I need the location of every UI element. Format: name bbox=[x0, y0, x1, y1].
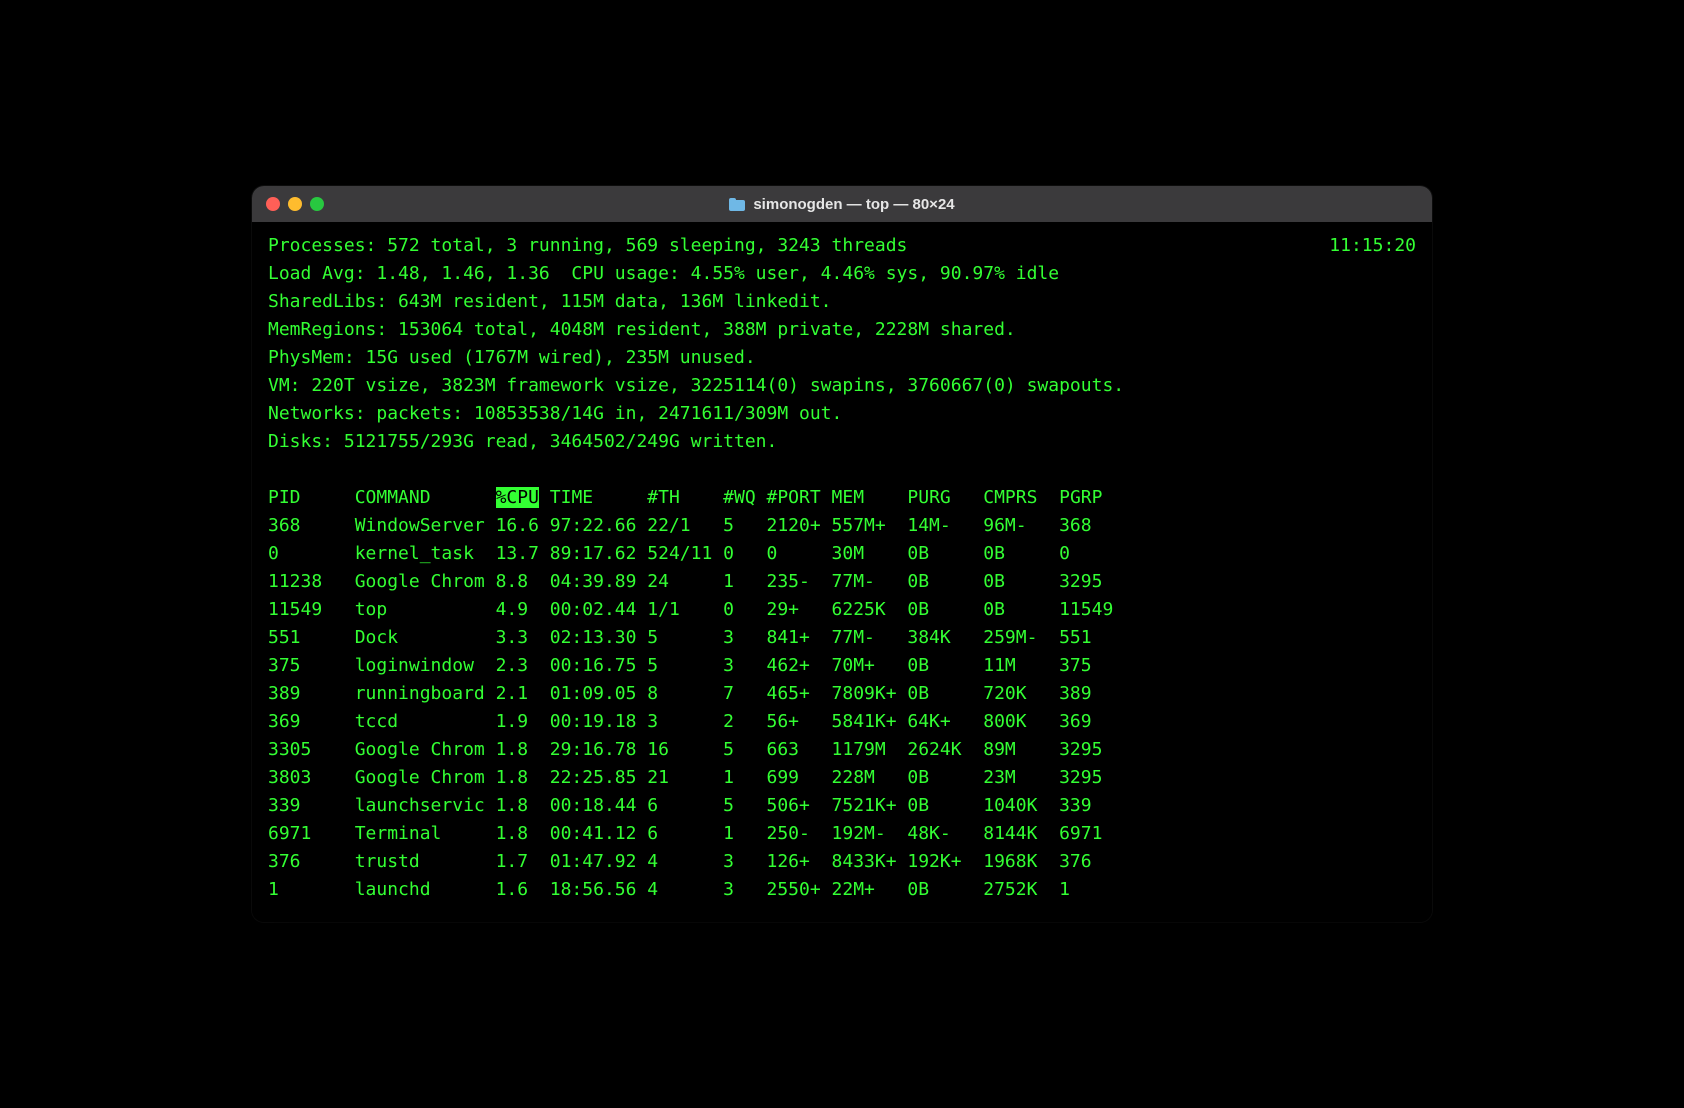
table-row: 339 launchservic 1.8 00:18.44 6 5 506+ 7… bbox=[268, 792, 1416, 820]
sort-column-cpu: %CPU bbox=[496, 487, 539, 508]
window-title: simonogden — top — 80×24 bbox=[252, 196, 1432, 213]
summary-load-cpu: Load Avg: 1.48, 1.46, 1.36 CPU usage: 4.… bbox=[268, 260, 1416, 288]
summary-vm: VM: 220T vsize, 3823M framework vsize, 3… bbox=[268, 372, 1416, 400]
minimize-icon[interactable] bbox=[288, 197, 302, 211]
folder-icon bbox=[729, 198, 745, 211]
table-row: 6971 Terminal 1.8 00:41.12 6 1 250- 192M… bbox=[268, 820, 1416, 848]
maximize-icon[interactable] bbox=[310, 197, 324, 211]
summary-memregions: MemRegions: 153064 total, 4048M resident… bbox=[268, 316, 1416, 344]
table-row: 3803 Google Chrom 1.8 22:25.85 21 1 699 … bbox=[268, 764, 1416, 792]
terminal-body[interactable]: Processes: 572 total, 3 running, 569 sle… bbox=[252, 222, 1432, 922]
table-row: 375 loginwindow 2.3 00:16.75 5 3 462+ 70… bbox=[268, 652, 1416, 680]
table-row: 368 WindowServer 16.6 97:22.66 22/1 5 21… bbox=[268, 512, 1416, 540]
titlebar[interactable]: simonogden — top — 80×24 bbox=[252, 186, 1432, 222]
summary-sharedlibs: SharedLibs: 643M resident, 115M data, 13… bbox=[268, 288, 1416, 316]
traffic-lights bbox=[266, 197, 324, 211]
summary-disks: Disks: 5121755/293G read, 3464502/249G w… bbox=[268, 428, 1416, 456]
table-row: 389 runningboard 2.1 01:09.05 8 7 465+ 7… bbox=[268, 680, 1416, 708]
table-row: 11238 Google Chrom 8.8 04:39.89 24 1 235… bbox=[268, 568, 1416, 596]
table-header-row: PID COMMAND %CPU TIME #TH #WQ #PORT MEM … bbox=[268, 484, 1416, 512]
terminal-window[interactable]: simonogden — top — 80×24 Processes: 572 … bbox=[252, 186, 1432, 922]
table-row: 551 Dock 3.3 02:13.30 5 3 841+ 77M- 384K… bbox=[268, 624, 1416, 652]
clock: 11:15:20 bbox=[1329, 232, 1416, 260]
window-title-text: simonogden — top — 80×24 bbox=[753, 196, 954, 213]
close-icon[interactable] bbox=[266, 197, 280, 211]
summary-networks: Networks: packets: 10853538/14G in, 2471… bbox=[268, 400, 1416, 428]
table-row: 3305 Google Chrom 1.8 29:16.78 16 5 663 … bbox=[268, 736, 1416, 764]
blank-line bbox=[268, 456, 1416, 484]
summary-processes: Processes: 572 total, 3 running, 569 sle… bbox=[268, 232, 1416, 260]
table-row: 1 launchd 1.6 18:56.56 4 3 2550+ 22M+ 0B… bbox=[268, 876, 1416, 904]
table-row: 376 trustd 1.7 01:47.92 4 3 126+ 8433K+ … bbox=[268, 848, 1416, 876]
table-row: 0 kernel_task 13.7 89:17.62 524/11 0 0 3… bbox=[268, 540, 1416, 568]
summary-physmem: PhysMem: 15G used (1767M wired), 235M un… bbox=[268, 344, 1416, 372]
table-row: 11549 top 4.9 00:02.44 1/1 0 29+ 6225K 0… bbox=[268, 596, 1416, 624]
table-row: 369 tccd 1.9 00:19.18 3 2 56+ 5841K+ 64K… bbox=[268, 708, 1416, 736]
processes-text: Processes: 572 total, 3 running, 569 sle… bbox=[268, 232, 907, 260]
table-rows: 368 WindowServer 16.6 97:22.66 22/1 5 21… bbox=[268, 512, 1416, 904]
